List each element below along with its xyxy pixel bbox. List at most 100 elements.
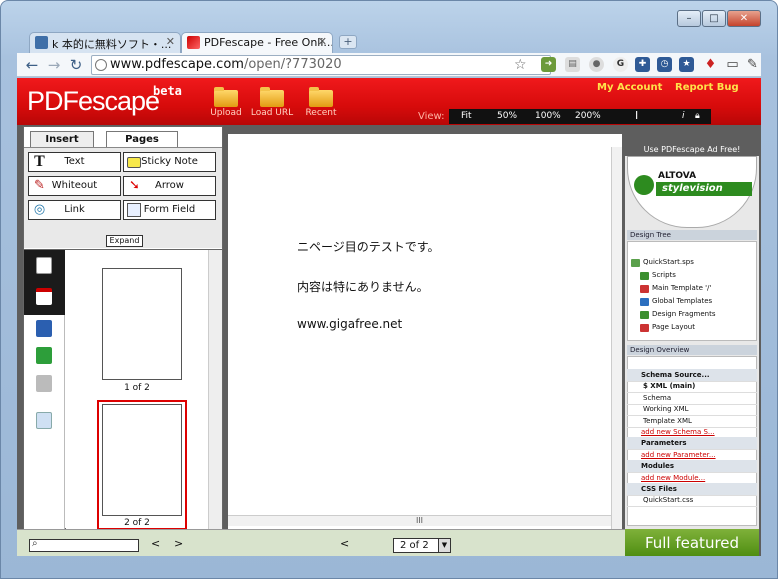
ad-panel: Use PDFescape Ad Free! ALTOVA stylevisio… — [625, 143, 759, 529]
pdfescape-logo[interactable]: PDFescape — [27, 86, 160, 117]
tool-label: Text — [64, 156, 85, 167]
tool-label: Sticky Note — [141, 156, 198, 167]
search-icon: ⌕ — [32, 538, 38, 549]
recent-button[interactable]: Recent — [299, 87, 343, 118]
back-icon[interactable]: ← — [23, 56, 41, 74]
page-select[interactable]: 2 of 2 ▼ — [393, 538, 451, 553]
view-50[interactable]: 50% — [497, 111, 517, 121]
maximize-button[interactable]: □ — [702, 10, 726, 27]
search-input[interactable]: ⌕ — [29, 538, 139, 552]
altova-ad[interactable]: ALTOVA stylevision — [627, 156, 757, 228]
close-button[interactable]: ✕ — [727, 10, 761, 27]
tab-pages[interactable]: Pages — [106, 131, 178, 147]
print-icon[interactable] — [36, 375, 52, 392]
view-label: View: — [418, 111, 445, 122]
sticky-note-icon — [127, 157, 141, 168]
tree-item: Design Fragments — [640, 310, 715, 319]
upload-label: Upload — [210, 108, 242, 118]
arrow-icon: ➘ — [129, 178, 140, 193]
my-account-link[interactable]: My Account — [597, 82, 662, 93]
app-header: PDFescape beta Upload Load URL Recent My… — [17, 78, 761, 125]
view-200[interactable]: 200% — [575, 111, 601, 121]
arrow-tool-button[interactable]: ➘ Arrow — [123, 176, 216, 196]
page-thumbnail-1[interactable] — [102, 268, 182, 380]
lock-icon[interactable]: 🔒︎ — [695, 111, 700, 121]
document-horizontal-scrollbar[interactable]: III — [228, 515, 611, 526]
beta-badge: beta — [153, 84, 182, 98]
save-icon[interactable] — [36, 320, 52, 337]
browser-tab-1[interactable]: k 本的に無料ソフト・... ✕ — [29, 32, 181, 53]
pages-icon[interactable] — [36, 257, 52, 274]
tool-label: Form Field — [143, 204, 196, 215]
download-icon[interactable] — [36, 347, 52, 364]
info-icon[interactable]: i — [682, 111, 685, 121]
k-favicon-icon — [35, 36, 48, 49]
document-line: 内容は特にありません。 — [297, 280, 429, 294]
sticky-note-tool-button[interactable]: Sticky Note — [123, 152, 216, 172]
circle-icon[interactable]: ● — [589, 57, 604, 72]
view-fit[interactable]: Fit — [461, 111, 472, 121]
tab-insert[interactable]: Insert — [30, 131, 94, 147]
map-pin-icon[interactable]: ♦ — [703, 57, 718, 72]
view-bar: Fit 50% 100% 200% I i 🔒︎ — [449, 109, 711, 124]
search-next-button[interactable]: > — [174, 537, 183, 550]
search-prev-button[interactable]: < — [151, 537, 160, 550]
chevron-down-icon: ▼ — [438, 539, 450, 552]
expand-button[interactable]: Expand — [106, 235, 143, 247]
recent-folder-icon — [309, 87, 333, 107]
new-tab-button[interactable]: + — [339, 35, 357, 49]
text-cursor-icon[interactable]: I — [635, 109, 638, 122]
wrench-icon[interactable]: ✎ — [745, 57, 760, 72]
form-field-icon — [127, 203, 141, 217]
bottom-bar: ⌕ < > < 2 of 2 ▼ — [17, 529, 625, 556]
whiteout-tool-button[interactable]: ✎ Whiteout — [28, 176, 121, 196]
page-thumbnail-2[interactable] — [102, 404, 182, 516]
text-tool-button[interactable]: T Text — [28, 152, 121, 172]
form-field-tool-button[interactable]: Form Field — [123, 200, 216, 220]
tool-label: Link — [64, 204, 85, 215]
page-thumbnail-label: 1 of 2 — [124, 383, 150, 393]
forward-icon[interactable]: → — [45, 56, 63, 74]
address-bar[interactable]: www.pdfescape.com/open/?773020 ☆ — [91, 55, 551, 75]
upload-button[interactable]: Upload — [204, 87, 248, 118]
document-line: ニページ目のテストです。 — [297, 240, 440, 254]
close-tab-icon[interactable]: ✕ — [166, 35, 175, 48]
document-vertical-scrollbar[interactable] — [611, 147, 622, 529]
design-tree-title: Design Tree — [627, 230, 757, 240]
ad-free-link[interactable]: Use PDFescape Ad Free! — [625, 143, 759, 156]
link-tool-button[interactable]: ◎ Link — [28, 200, 121, 220]
page-thumbnail-label: 2 of 2 — [124, 518, 150, 528]
view-100[interactable]: 100% — [535, 111, 561, 121]
design-tree: QuickStart.sps Scripts Main Template '/'… — [627, 241, 757, 341]
link-icon: ◎ — [33, 202, 46, 217]
altova-text: ALTOVA — [658, 171, 697, 181]
recent-label: Recent — [305, 108, 337, 118]
green-arrow-icon[interactable]: ➜ — [541, 57, 556, 72]
report-bug-link[interactable]: Report Bug — [675, 82, 739, 93]
google-icon[interactable]: G — [613, 57, 628, 72]
altova-logo-icon — [634, 175, 654, 195]
browser-tab-2[interactable]: PDFescape - Free Onli... ✕ — [181, 32, 333, 54]
close-tab-icon[interactable]: ✕ — [318, 35, 327, 48]
thumbnail-scrollbar[interactable] — [208, 250, 222, 530]
document-page[interactable]: ニページ目のテストです。 内容は特にありません。 www.gigafree.ne… — [228, 134, 622, 530]
page-select-value: 2 of 2 — [400, 540, 429, 551]
bookmark-star-icon[interactable]: ☆ — [514, 57, 527, 73]
clock-icon[interactable]: ◷ — [657, 57, 672, 72]
tab-title: PDFescape - Free Onli... — [204, 36, 333, 49]
whiteout-icon: ✎ — [34, 178, 45, 193]
page-prev-button[interactable]: < — [340, 537, 349, 550]
puzzle-icon[interactable]: ✚ — [635, 57, 650, 72]
reload-icon[interactable]: ↻ — [67, 56, 85, 74]
thumbnail-area: 1 of 2 2 of 2 — [66, 250, 208, 530]
page-icon[interactable]: ▤ — [565, 57, 580, 72]
window-icon[interactable] — [36, 412, 52, 429]
load-url-button[interactable]: Load URL — [250, 87, 294, 118]
pdf-page-icon[interactable] — [36, 288, 52, 305]
full-featured-banner[interactable]: Full featured — [625, 529, 759, 556]
page-menu-icon[interactable]: ▭ — [725, 57, 740, 72]
minimize-button[interactable]: – — [677, 10, 701, 27]
upload-folder-icon — [214, 87, 238, 107]
text-icon: T — [34, 153, 45, 170]
star-icon[interactable]: ★ — [679, 57, 694, 72]
